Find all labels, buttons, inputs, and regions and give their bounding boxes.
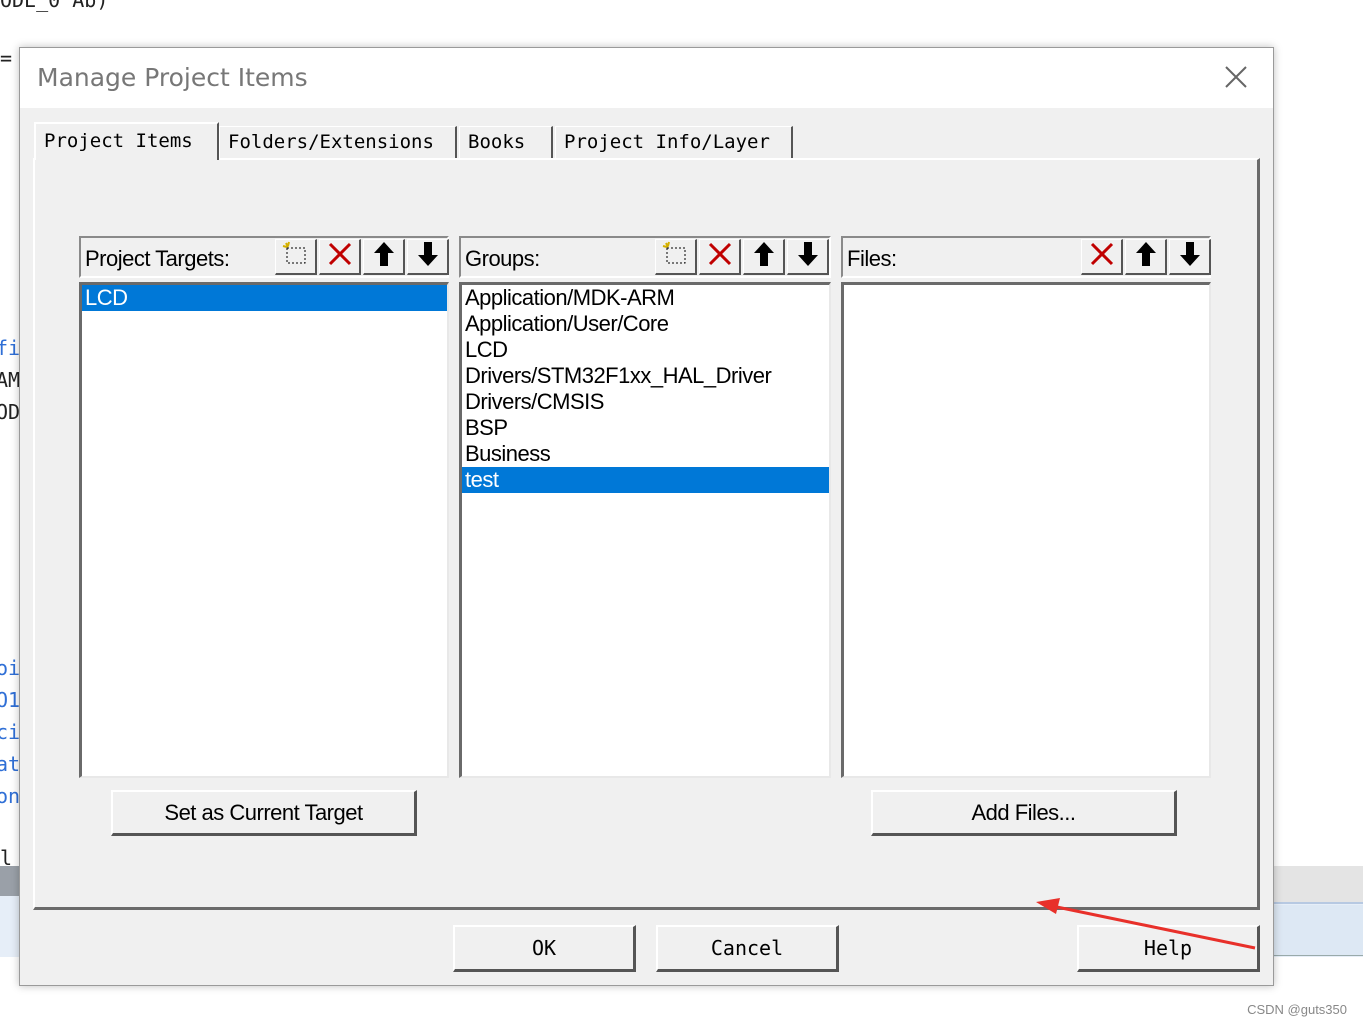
list-item[interactable]: LCD xyxy=(462,337,829,363)
tab-project-items[interactable]: Project Items xyxy=(34,122,219,160)
arrow-down-icon xyxy=(795,240,821,273)
add-files-button[interactable]: Add Files... xyxy=(871,790,1177,836)
list-item[interactable]: Drivers/CMSIS xyxy=(462,389,829,415)
groups-header-label: Groups: xyxy=(465,246,540,271)
bg-code-fragment: at xyxy=(0,752,21,776)
bg-code-fragment: OD xyxy=(0,400,21,424)
new-item-icon xyxy=(282,241,310,272)
new-group-button[interactable] xyxy=(655,239,697,275)
bg-code-fragment: fi xyxy=(0,336,21,360)
tab-folders-extensions[interactable]: Folders/Extensions xyxy=(219,126,457,158)
move-target-up-button[interactable] xyxy=(363,239,405,275)
move-target-down-button[interactable] xyxy=(407,239,449,275)
close-icon[interactable] xyxy=(1221,62,1251,92)
annotation-arrow-icon xyxy=(1036,898,1256,950)
bg-code-fragment: = xyxy=(0,46,13,70)
set-current-target-button[interactable]: Set as Current Target xyxy=(111,790,417,836)
bg-editor-strip xyxy=(0,866,20,896)
delete-icon xyxy=(326,240,354,273)
bg-code-fragment: on xyxy=(0,784,21,808)
move-file-up-button[interactable] xyxy=(1125,239,1167,275)
bg-code-fragment: O1 xyxy=(0,688,21,712)
watermark: CSDN @guts350 xyxy=(1247,1002,1347,1017)
tab-project-info-layer[interactable]: Project Info/Layer xyxy=(555,126,793,158)
groups-list[interactable]: Application/MDK-ARM Application/User/Cor… xyxy=(459,282,831,778)
tab-books[interactable]: Books xyxy=(459,126,553,158)
delete-file-button[interactable] xyxy=(1081,239,1123,275)
targets-list[interactable]: LCD xyxy=(79,282,449,778)
manage-project-items-dialog: Manage Project Items Project Items Folde… xyxy=(19,47,1274,986)
list-item[interactable]: BSP xyxy=(462,415,829,441)
arrow-up-icon xyxy=(751,240,777,273)
list-item[interactable]: test xyxy=(462,467,829,493)
ok-button[interactable]: OK xyxy=(453,925,636,972)
list-item[interactable]: Drivers/STM32F1xx_HAL_Driver xyxy=(462,363,829,389)
bg-editor-strip xyxy=(1272,905,1363,956)
list-item[interactable]: Application/User/Core xyxy=(462,311,829,337)
delete-icon xyxy=(1088,240,1116,273)
cancel-button[interactable]: Cancel xyxy=(656,925,839,972)
move-group-up-button[interactable] xyxy=(743,239,785,275)
bg-code-fragment: ODE_0 Ab) xyxy=(0,0,109,12)
files-header: Files: xyxy=(841,236,1211,278)
arrow-down-icon xyxy=(415,240,441,273)
bg-code-fragment: AM xyxy=(0,368,21,392)
targets-header-label: Project Targets: xyxy=(85,246,230,271)
dialog-title: Manage Project Items xyxy=(37,63,308,92)
bg-code-fragment: oi xyxy=(0,656,21,680)
bg-editor-strip xyxy=(1272,866,1363,904)
tab-panel: Project Targets: LCD Set as Current Targ… xyxy=(33,158,1260,910)
list-item[interactable]: LCD xyxy=(82,285,447,311)
arrow-up-icon xyxy=(1133,240,1159,273)
groups-header: Groups: xyxy=(459,236,831,278)
files-list[interactable] xyxy=(841,282,1211,778)
delete-target-button[interactable] xyxy=(319,239,361,275)
files-header-label: Files: xyxy=(847,246,897,271)
arrow-up-icon xyxy=(371,240,397,273)
bg-code-fragment: ci xyxy=(0,720,21,744)
title-bar: Manage Project Items xyxy=(20,48,1273,108)
list-item[interactable]: Business xyxy=(462,441,829,467)
delete-icon xyxy=(706,240,734,273)
new-item-icon xyxy=(662,241,690,272)
move-group-down-button[interactable] xyxy=(787,239,829,275)
targets-header: Project Targets: xyxy=(79,236,449,278)
list-item[interactable]: Application/MDK-ARM xyxy=(462,285,829,311)
new-target-button[interactable] xyxy=(275,239,317,275)
move-file-down-button[interactable] xyxy=(1169,239,1211,275)
arrow-down-icon xyxy=(1177,240,1203,273)
delete-group-button[interactable] xyxy=(699,239,741,275)
